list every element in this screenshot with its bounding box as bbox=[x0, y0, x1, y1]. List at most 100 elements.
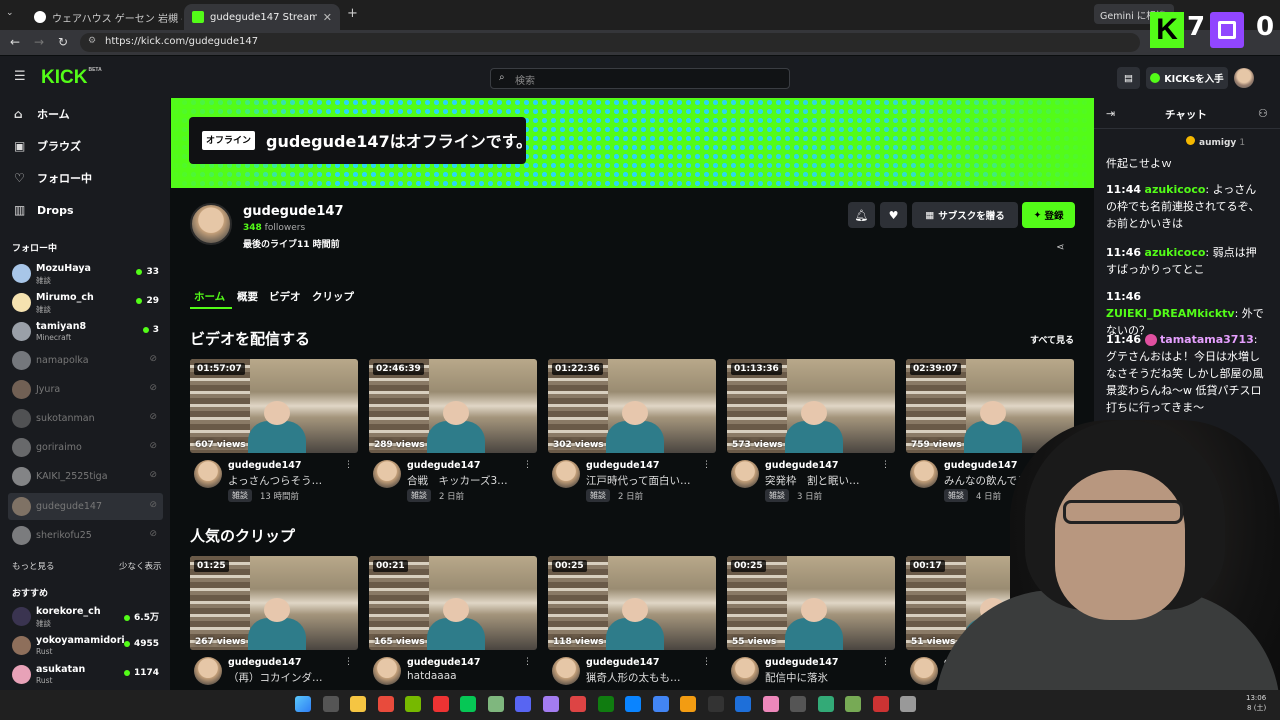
following-channel-offline[interactable]: sherikofu25 ⊘ bbox=[8, 522, 163, 549]
more-options-icon[interactable]: ⋮ bbox=[344, 657, 353, 667]
card-channel-name[interactable]: gudegude147 bbox=[228, 460, 301, 471]
thumbnail[interactable]: 00:25 118 views bbox=[548, 556, 716, 650]
card-channel-name[interactable]: gudegude147 bbox=[407, 657, 480, 668]
more-options-icon[interactable]: ⋮ bbox=[702, 460, 711, 470]
thumbnail[interactable]: 01:22:36 302 views bbox=[548, 359, 716, 453]
show-more-link[interactable]: もっと見る bbox=[12, 560, 55, 572]
get-kicks-button[interactable]: KICKsを入手 bbox=[1146, 67, 1228, 89]
more-options-icon[interactable]: ⋮ bbox=[702, 657, 711, 667]
following-channel-offline[interactable]: sukotanman ⊘ bbox=[8, 405, 163, 432]
message-user[interactable]: azukicoco bbox=[1145, 183, 1206, 196]
chrome-icon[interactable] bbox=[652, 696, 669, 712]
card-title[interactable]: よっさんつらそう… bbox=[228, 473, 338, 488]
close-tab-icon[interactable]: ✕ bbox=[317, 11, 332, 24]
tab-clips[interactable]: クリップ bbox=[312, 289, 354, 304]
windows-start-icon[interactable] bbox=[295, 696, 311, 712]
tab-home[interactable]: ホーム bbox=[194, 289, 225, 304]
thumbnail[interactable]: 01:13:36 573 views bbox=[727, 359, 895, 453]
following-channel-mirumo[interactable]: Mirumo_ch 雑談 29 bbox=[8, 289, 163, 316]
message-user[interactable]: ZUIEKI_DREAMkicktv bbox=[1106, 307, 1235, 320]
site-info-icon[interactable]: ⚙ bbox=[88, 36, 96, 46]
app-icon[interactable] bbox=[680, 696, 696, 712]
following-channel-offline[interactable]: namapolka ⊘ bbox=[8, 347, 163, 374]
menu-icon[interactable]: ☰ bbox=[14, 69, 26, 84]
app-icon[interactable] bbox=[707, 696, 724, 712]
more-options-icon[interactable]: ⋮ bbox=[881, 460, 890, 470]
card-channel-name[interactable]: gudegude147 bbox=[586, 460, 659, 471]
category-tag[interactable]: 雑談 bbox=[228, 489, 252, 502]
category-tag[interactable]: 雑談 bbox=[586, 489, 610, 502]
app-icon[interactable] bbox=[790, 696, 806, 712]
new-tab-icon[interactable]: + bbox=[347, 6, 358, 21]
card-title[interactable]: hatdaaaa bbox=[407, 670, 517, 682]
more-options-icon[interactable]: ⋮ bbox=[881, 657, 890, 667]
channel-avatar[interactable] bbox=[552, 460, 580, 488]
following-channel-tamiyan8[interactable]: tamiyan8 Minecraft 3 bbox=[8, 318, 163, 345]
tab-videos[interactable]: ビデオ bbox=[269, 289, 301, 304]
message-user[interactable]: azukicoco bbox=[1145, 246, 1206, 259]
channel-avatar[interactable] bbox=[552, 657, 580, 685]
app-icon[interactable] bbox=[542, 696, 559, 712]
card-channel-name[interactable]: gudegude147 bbox=[586, 657, 659, 668]
card-title[interactable]: 合戦 キッカーズ3… bbox=[407, 473, 517, 488]
following-channel-current[interactable]: gudegude147 ⊘ bbox=[8, 493, 163, 520]
user-avatar[interactable] bbox=[1234, 68, 1254, 88]
card-channel-name[interactable]: gudegude147 bbox=[765, 460, 838, 471]
browser-tab-active[interactable]: gudegude147 Stream - Watch Live ✕ bbox=[184, 4, 340, 30]
message-user[interactable]: tamatama3713 bbox=[1160, 333, 1254, 346]
file-explorer-icon[interactable] bbox=[350, 696, 366, 712]
app-icon[interactable] bbox=[845, 696, 861, 712]
discord-icon[interactable] bbox=[515, 696, 531, 712]
card-title[interactable]: 江戸時代って面白い… bbox=[586, 473, 696, 488]
channel-avatar[interactable] bbox=[194, 657, 222, 685]
sidebar-item-browse[interactable]: ▣ ブラウズ bbox=[14, 136, 81, 156]
see-all-link[interactable]: すべて見る bbox=[1030, 333, 1074, 346]
layout-icon[interactable]: ▤ bbox=[1117, 67, 1140, 89]
following-channel-offline[interactable]: Jyura ⊘ bbox=[8, 376, 163, 403]
browser-tab[interactable]: ウェアハウス ゲーセン 岩槻 - Google ✕ bbox=[26, 4, 182, 30]
following-channel-offline[interactable]: goriraimo ⊘ bbox=[8, 434, 163, 461]
card-title[interactable]: （再）コカインダ… bbox=[228, 670, 338, 685]
channel-avatar[interactable] bbox=[194, 460, 222, 488]
back-icon[interactable]: ← bbox=[10, 35, 20, 49]
line-icon[interactable] bbox=[460, 696, 476, 712]
nvidia-icon[interactable] bbox=[405, 696, 421, 712]
more-options-icon[interactable]: ⋮ bbox=[523, 460, 532, 470]
tab-about[interactable]: 概要 bbox=[237, 289, 258, 304]
channel-avatar[interactable] bbox=[373, 460, 401, 488]
thumbnail[interactable]: 00:21 165 views bbox=[369, 556, 537, 650]
app-icon[interactable] bbox=[377, 696, 394, 712]
channel-avatar[interactable] bbox=[190, 203, 232, 245]
users-icon[interactable]: ⚇ bbox=[1258, 107, 1268, 120]
collapse-chat-icon[interactable]: ⇥ bbox=[1106, 107, 1115, 120]
card-title[interactable]: 猟奇人形の太もも… bbox=[586, 670, 696, 685]
channel-avatar[interactable] bbox=[731, 460, 759, 488]
thumbnail[interactable]: 02:46:39 289 views bbox=[369, 359, 537, 453]
thumbnail[interactable]: 01:57:07 607 views bbox=[190, 359, 358, 453]
url-field[interactable]: ⚙ https://kick.com/gudegude147 bbox=[80, 33, 1140, 52]
more-options-icon[interactable]: ⋮ bbox=[344, 460, 353, 470]
forward-icon[interactable]: → bbox=[34, 35, 44, 49]
heart-icon[interactable]: ♥ bbox=[880, 202, 907, 228]
channel-avatar[interactable] bbox=[373, 657, 401, 685]
thumbnail[interactable]: 01:25 267 views bbox=[190, 556, 358, 650]
recommended-channel[interactable]: yokoyamamidori Rust 4955 bbox=[8, 632, 163, 659]
recommended-channel[interactable]: asukatan Rust 1174 bbox=[8, 661, 163, 688]
card-title[interactable]: 配信中に落氷 bbox=[765, 670, 875, 685]
following-channel-offline[interactable]: KAIKI_2525tiga ⊘ bbox=[8, 463, 163, 490]
tab-search-icon[interactable]: ⌄ bbox=[6, 8, 14, 18]
more-options-icon[interactable]: ⋮ bbox=[523, 657, 532, 667]
app-icon[interactable] bbox=[735, 696, 751, 712]
thumbnail[interactable]: 00:25 55 views bbox=[727, 556, 895, 650]
reload-icon[interactable]: ↻ bbox=[58, 35, 68, 49]
card-channel-name[interactable]: gudegude147 bbox=[228, 657, 301, 668]
recommended-channel[interactable]: korekore_ch 雑談 6.5万 bbox=[8, 603, 163, 630]
show-less-link[interactable]: 少なく表示 bbox=[119, 560, 162, 572]
category-tag[interactable]: 雑談 bbox=[765, 489, 789, 502]
following-channel-mozuhaya[interactable]: MozuHaya 雑談 33 bbox=[8, 260, 163, 287]
card-channel-name[interactable]: gudegude147 bbox=[765, 657, 838, 668]
kick-logo[interactable]: KICKBETA bbox=[41, 67, 102, 89]
record-icon[interactable] bbox=[432, 696, 449, 712]
app-icon[interactable] bbox=[570, 696, 586, 712]
card-channel-name[interactable]: gudegude147 bbox=[407, 460, 480, 471]
